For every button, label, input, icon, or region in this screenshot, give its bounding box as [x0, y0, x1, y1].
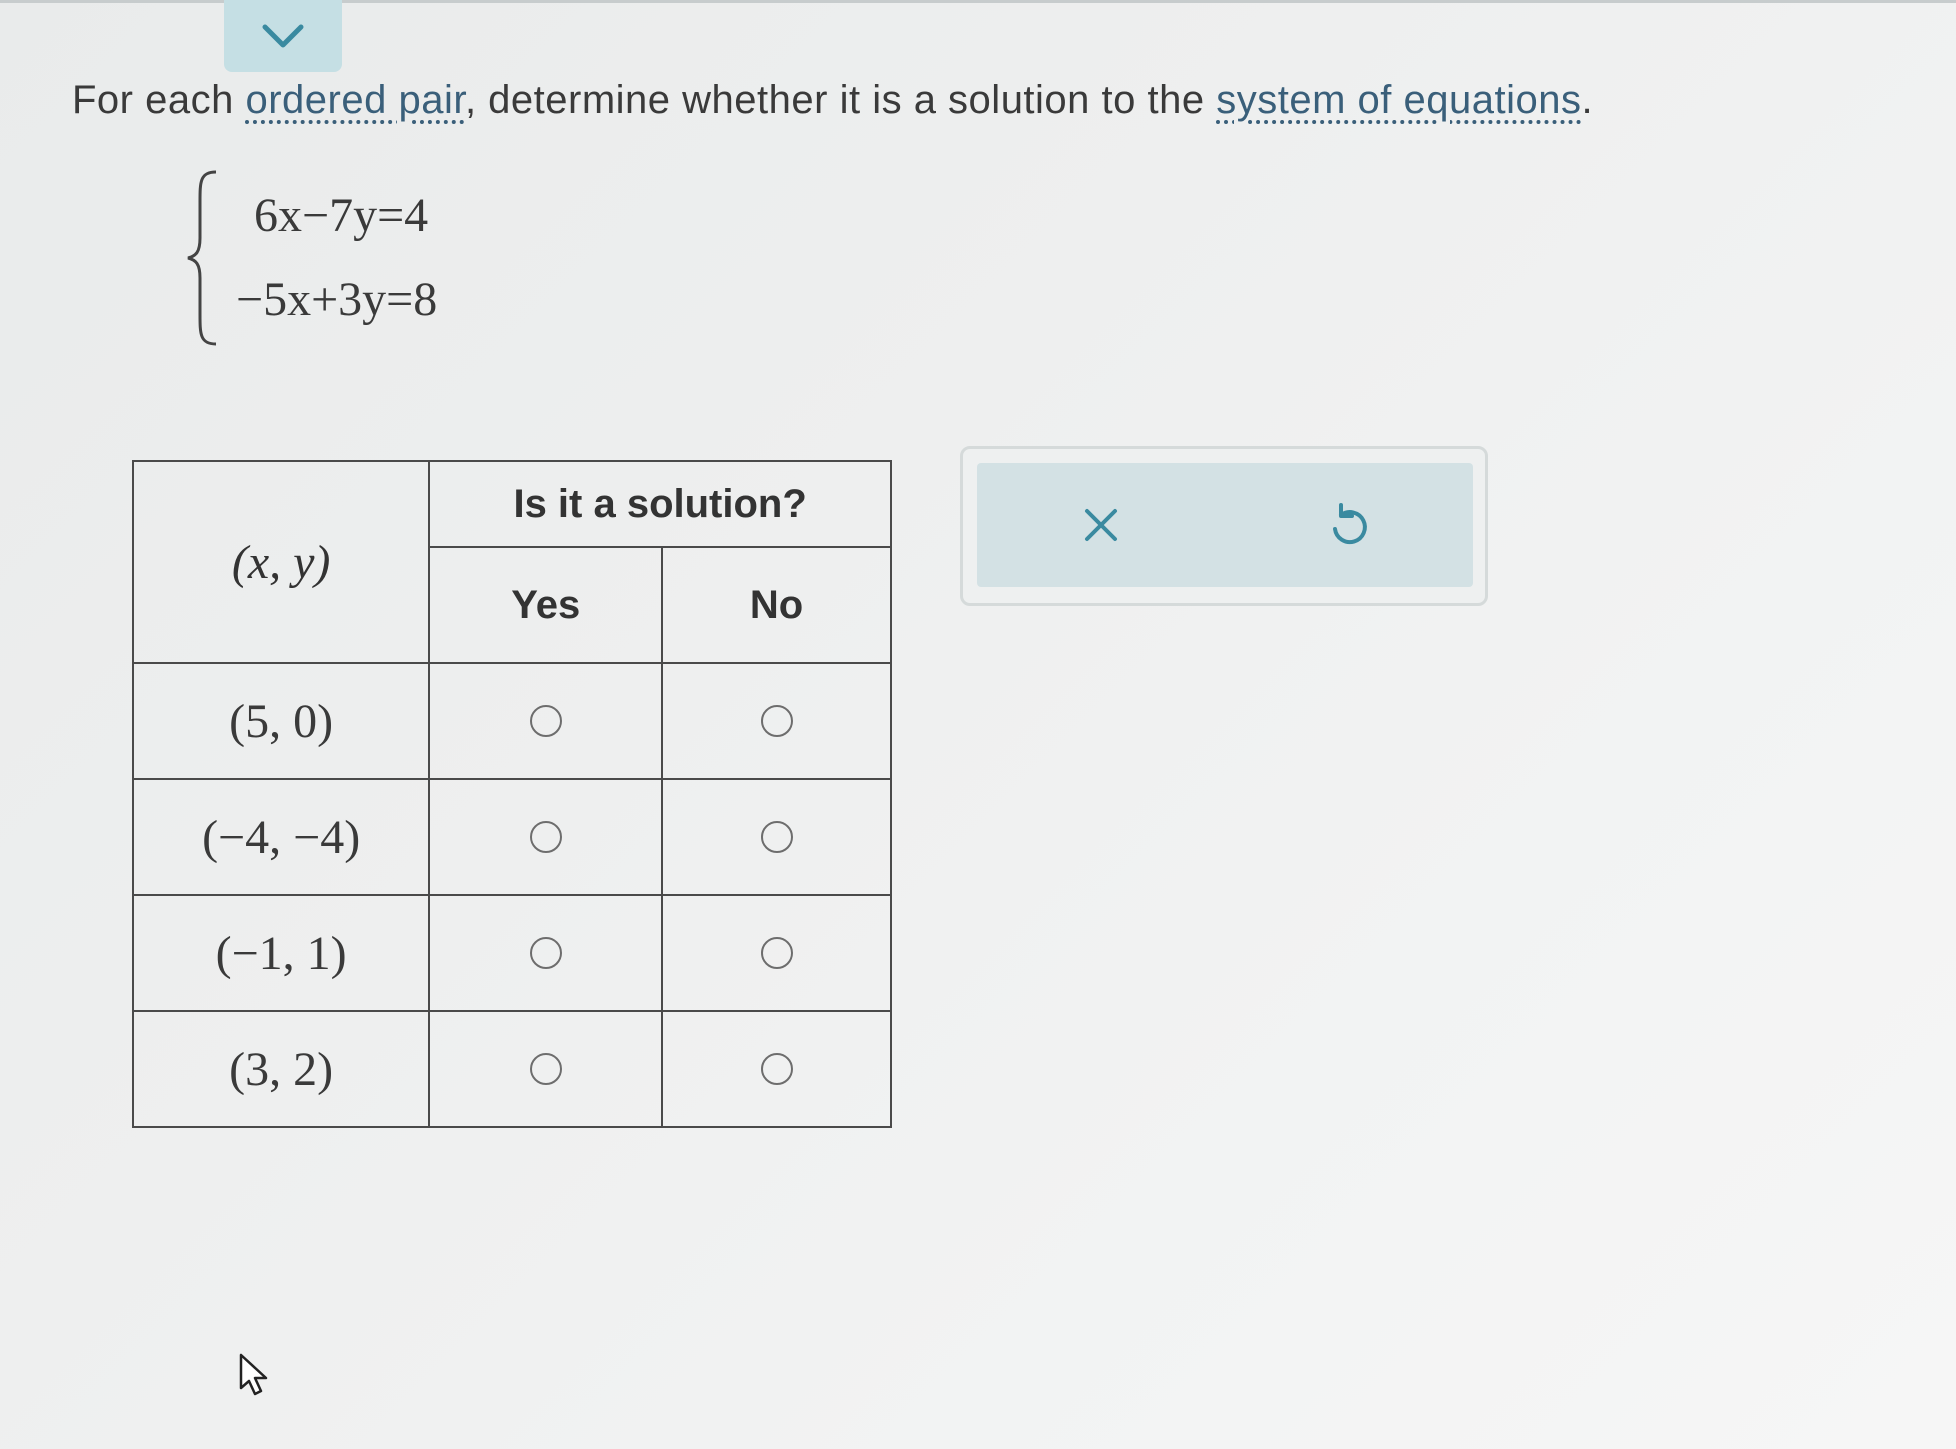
mouse-cursor-icon [239, 1353, 268, 1396]
pair-cell: (3, 2) [131, 1010, 431, 1128]
yes-cell [428, 662, 664, 780]
pair-cell: (−1, 1) [131, 894, 431, 1012]
close-icon [1085, 509, 1117, 541]
yes-cell [428, 778, 664, 896]
left-brace-icon [187, 170, 217, 346]
undo-button[interactable] [1225, 463, 1473, 587]
column-header-solution: Is it a solution? [428, 460, 892, 548]
ordered-pair-link[interactable]: ordered pair [245, 78, 464, 122]
undo-icon [1333, 503, 1367, 545]
table-header-row: (x, y) Is it a solution? [131, 460, 892, 664]
no-cell [661, 778, 892, 896]
equation-2: −5x+3y=8 [236, 273, 438, 326]
action-bar [977, 463, 1473, 587]
column-header-pair: (x, y) [131, 460, 431, 664]
radio-yes[interactable] [529, 821, 562, 853]
question-prefix: For each [72, 78, 246, 122]
table-row: (3, 2) [131, 1010, 892, 1128]
action-panel [960, 446, 1488, 606]
pair-cell: (−4, −4) [131, 778, 431, 896]
yes-cell [428, 1010, 664, 1128]
table-row: (−1, 1) [131, 894, 892, 1012]
table-row: (5, 0) [131, 662, 892, 780]
question-text: For each ordered pair, determine whether… [72, 78, 1593, 123]
pair-cell: (5, 0) [131, 662, 431, 780]
question-suffix: . [1581, 78, 1594, 122]
radio-yes[interactable] [529, 1053, 562, 1085]
yes-cell [428, 894, 664, 1012]
equation-1: 6x−7y=4 [254, 189, 429, 242]
radio-no[interactable] [760, 821, 793, 853]
column-header-yes: Yes [428, 546, 664, 664]
solution-table: (x, y) Is it a solution? Yes No (5, 0) (… [131, 460, 892, 1128]
no-cell [661, 662, 892, 780]
radio-yes[interactable] [529, 937, 562, 969]
no-cell [661, 894, 892, 1012]
question-middle: , determine whether it is a solution to … [464, 78, 1217, 122]
table-row: (−4, −4) [131, 778, 892, 896]
radio-no[interactable] [760, 1053, 793, 1085]
clear-button[interactable] [977, 463, 1225, 587]
radio-yes[interactable] [529, 705, 562, 737]
column-header-no: No [661, 546, 892, 664]
radio-no[interactable] [760, 937, 793, 969]
radio-no[interactable] [760, 705, 793, 737]
chevron-down-icon [262, 24, 304, 48]
no-cell [661, 1010, 892, 1128]
collapse-toggle-button[interactable] [224, 0, 342, 72]
system-of-equations-link[interactable]: system of equations [1216, 78, 1581, 122]
